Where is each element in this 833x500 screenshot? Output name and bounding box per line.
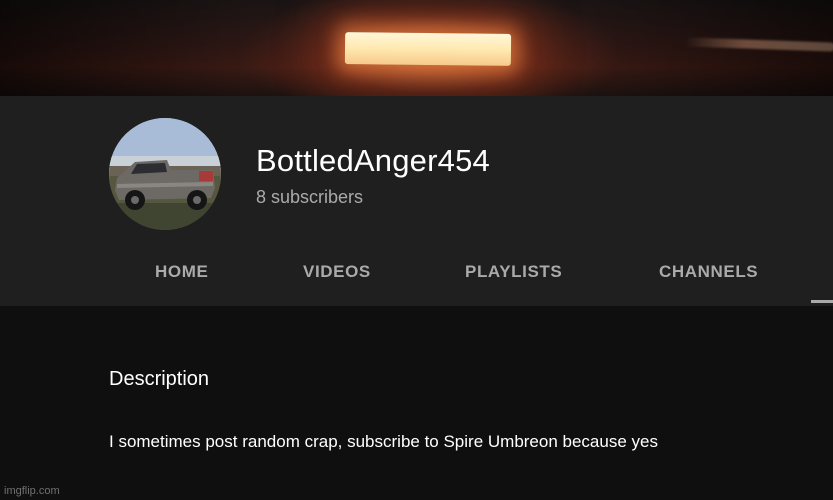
description-heading: Description [109,368,210,390]
tab-home[interactable]: HOME [155,262,208,282]
channel-name: BottledAnger454 [256,143,490,178]
channel-page: BottledAnger454 8 subscribers HOME VIDEO… [0,0,833,500]
truck-photo [109,118,221,230]
active-tab-indicator [811,300,833,303]
banner-vignette [0,0,833,96]
about-section: Description I sometimes post random crap… [0,306,833,500]
tab-channels[interactable]: CHANNELS [659,262,758,282]
tab-playlists[interactable]: PLAYLISTS [465,262,562,282]
subscriber-count: 8 subscribers [256,187,364,207]
channel-header: BottledAnger454 8 subscribers HOME VIDEO… [0,96,833,306]
tab-videos[interactable]: VIDEOS [303,262,371,282]
channel-avatar[interactable] [109,118,221,230]
channel-banner [0,0,833,96]
channel-description: I sometimes post random crap, subscribe … [109,432,658,451]
channel-tabs: HOME VIDEOS PLAYLISTS CHANNELS [0,248,833,296]
imgflip-watermark: imgflip.com [4,485,60,497]
